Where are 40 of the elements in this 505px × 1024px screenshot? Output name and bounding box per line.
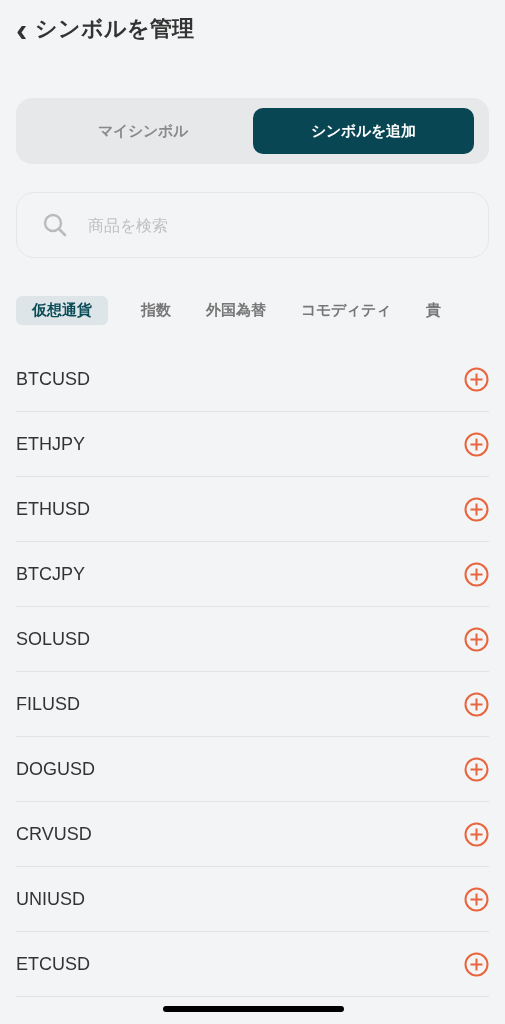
add-button[interactable] <box>464 366 489 392</box>
segment-tab[interactable]: マイシンボル <box>32 108 253 154</box>
add-button[interactable] <box>464 821 489 847</box>
plus-circle-icon <box>464 756 489 782</box>
symbol-name: DOGUSD <box>16 758 95 780</box>
add-button[interactable] <box>464 496 489 522</box>
category-tab[interactable]: 貴 <box>424 296 443 325</box>
symbol-name: BTCUSD <box>16 368 90 390</box>
plus-circle-icon <box>464 951 489 977</box>
add-button[interactable] <box>464 431 489 457</box>
add-button[interactable] <box>464 951 489 977</box>
plus-circle-icon <box>464 431 489 457</box>
plus-circle-icon <box>464 561 489 587</box>
symbol-name: BTCJPY <box>16 563 85 585</box>
symbol-name: ETHJPY <box>16 433 85 455</box>
symbol-name: FILUSD <box>16 693 80 715</box>
add-button[interactable] <box>464 626 489 652</box>
category-tab[interactable]: 仮想通貨 <box>16 296 108 325</box>
add-button[interactable] <box>464 561 489 587</box>
symbol-name: UNIUSD <box>16 888 85 910</box>
plus-circle-icon <box>464 691 489 717</box>
plus-circle-icon <box>464 496 489 522</box>
symbol-name: ETCUSD <box>16 953 90 975</box>
plus-circle-icon <box>464 366 489 392</box>
symbol-name: CRVUSD <box>16 823 92 845</box>
category-tab[interactable]: 指数 <box>139 296 173 325</box>
symbol-name: ETHUSD <box>16 498 90 520</box>
plus-circle-icon <box>464 626 489 652</box>
category-tab[interactable]: コモディティ <box>299 296 393 325</box>
add-button[interactable] <box>464 886 489 912</box>
symbol-name: SOLUSD <box>16 628 91 650</box>
category-tab[interactable]: 外国為替 <box>204 296 268 325</box>
plus-circle-icon <box>464 821 489 847</box>
plus-circle-icon <box>464 886 489 912</box>
add-button[interactable] <box>464 756 489 782</box>
segment-tab[interactable]: シンボルを追加 <box>253 108 474 154</box>
search-icon <box>42 212 68 238</box>
back-button[interactable]: ‹ <box>14 14 30 44</box>
add-button[interactable] <box>464 691 489 717</box>
page-title: シンボルを管理 <box>35 15 195 43</box>
